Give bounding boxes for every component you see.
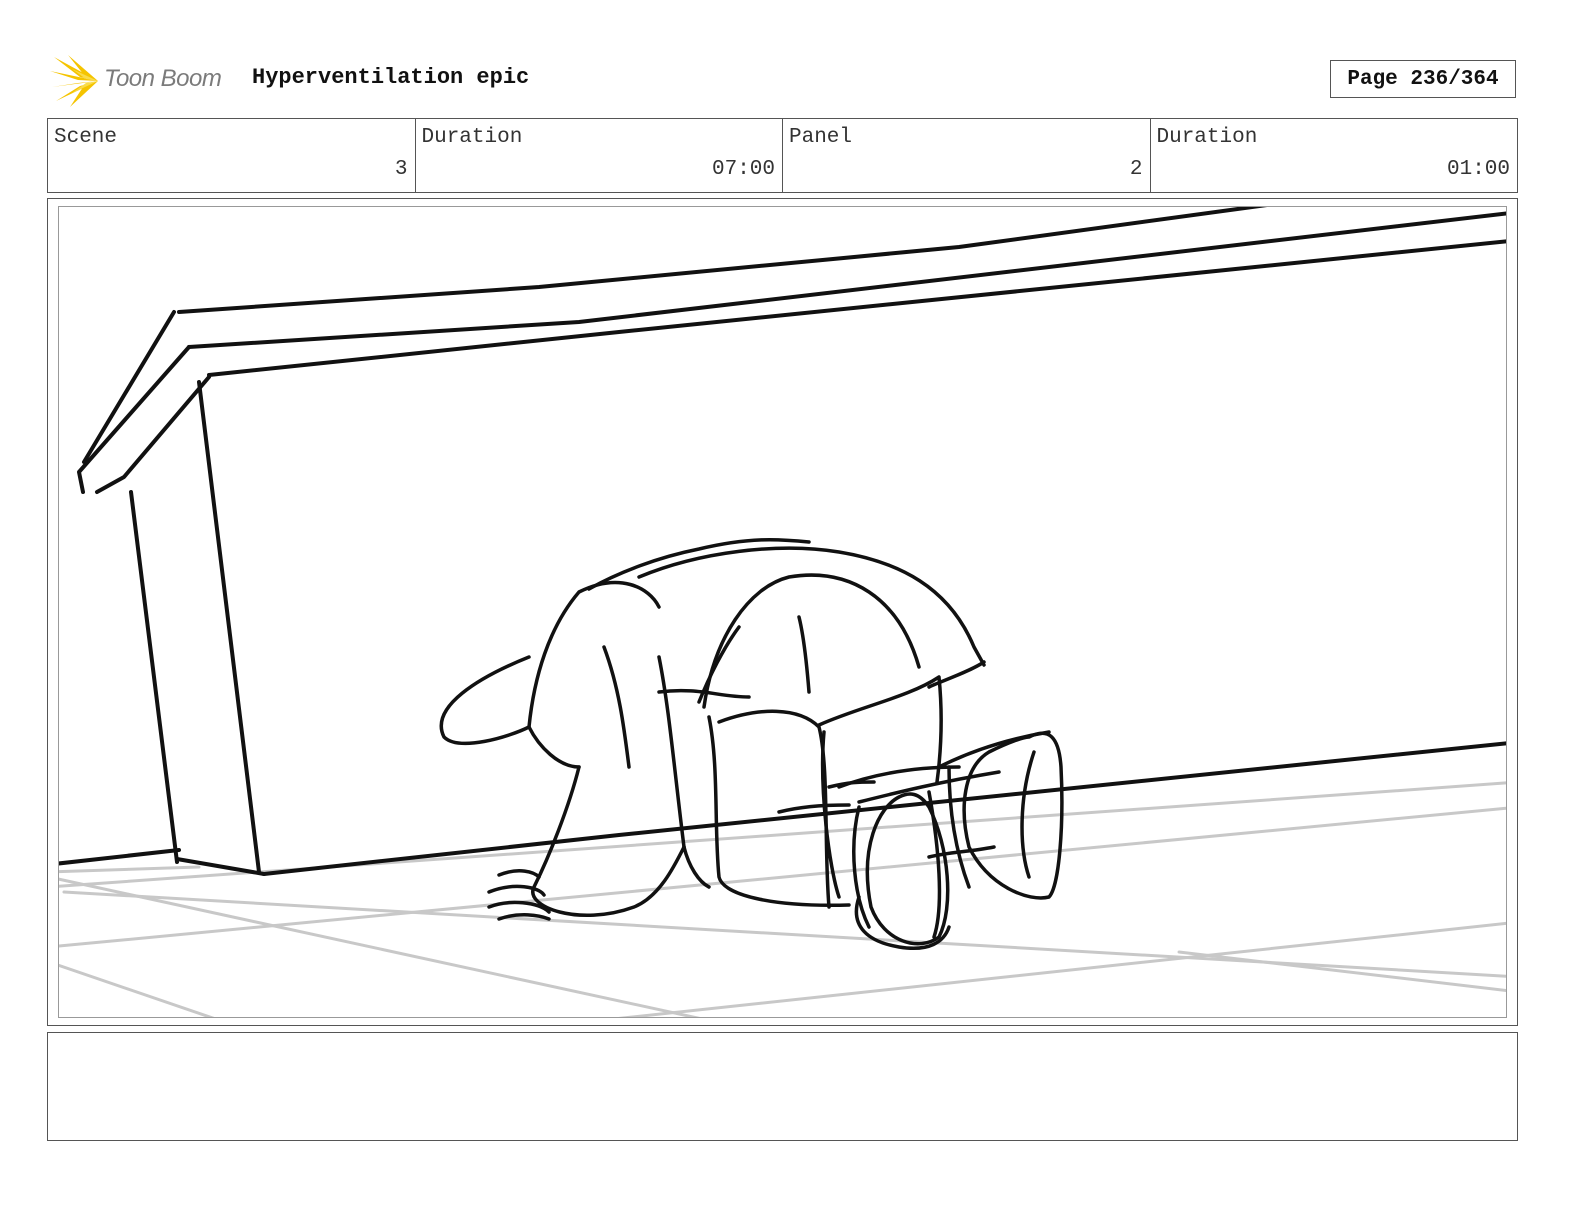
scene-duration-cell: Duration 07:00 <box>416 119 783 192</box>
scene-label: Scene <box>54 126 118 149</box>
panel-value: 2 <box>1129 158 1143 181</box>
starburst-icon <box>50 55 98 107</box>
project-title: Hyperventilation epic <box>252 65 530 90</box>
panel-duration-label: Duration <box>1156 126 1258 149</box>
logo-wordmark: Toon Boom <box>104 65 222 92</box>
toon-boom-logo: Toon Boom <box>50 55 240 107</box>
panel-duration-cell: Duration 01:00 <box>1151 119 1518 192</box>
storyboard-sketch <box>59 207 1506 1017</box>
scene-value: 3 <box>394 158 408 181</box>
panel-image-area <box>58 206 1507 1018</box>
panel-label: Panel <box>789 126 853 149</box>
storyboard-panel <box>47 198 1518 1026</box>
panel-cell: Panel 2 <box>783 119 1151 192</box>
panel-duration-value: 01:00 <box>1446 158 1510 181</box>
scene-duration-value: 07:00 <box>711 158 775 181</box>
scene-duration-label: Duration <box>421 126 523 149</box>
scene-info-row: Scene 3 Duration 07:00 Panel 2 Duration … <box>47 118 1518 193</box>
scene-cell: Scene 3 <box>48 119 416 192</box>
panel-notes-box <box>47 1032 1518 1141</box>
page-indicator: Page 236/364 <box>1330 60 1516 98</box>
character-sketch <box>439 537 1064 950</box>
